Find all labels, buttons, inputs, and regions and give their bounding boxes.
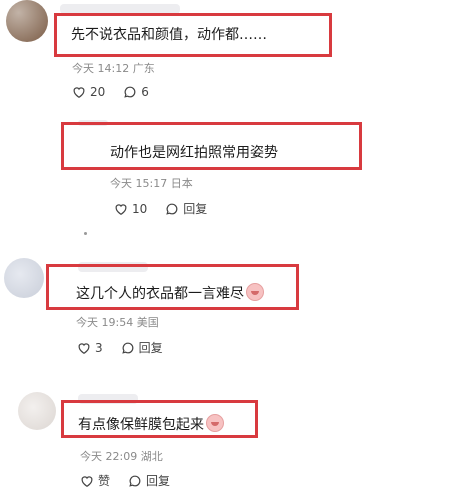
- reply-count: 6: [141, 85, 149, 99]
- comment-text: 这几个人的衣品都一言难尽: [76, 283, 264, 303]
- separator-dot: [84, 232, 87, 235]
- like-button[interactable]: 3: [77, 341, 103, 355]
- reply-button[interactable]: 回复: [121, 339, 163, 356]
- like-count: 3: [95, 340, 103, 355]
- comment-meta: 今天 15:17 日本: [110, 177, 193, 190]
- comment-actions: 3 回复: [77, 339, 181, 356]
- comment-actions: 赞 回复: [80, 472, 188, 489]
- heart-icon: [81, 475, 93, 487]
- comment-text-body: 这几个人的衣品都一言难尽: [76, 286, 244, 302]
- comment-text: 先不说衣品和颜值，动作都……: [71, 27, 267, 43]
- emoji-icon: [246, 283, 264, 301]
- like-label: 赞: [98, 474, 111, 488]
- reply-label: 回复: [138, 341, 163, 355]
- like-count: 20: [90, 85, 106, 99]
- comment-text-body: 有点像保鲜膜包起来: [78, 417, 204, 433]
- comment-bubble-icon: [166, 203, 178, 215]
- comment-text: 有点像保鲜膜包起来: [78, 414, 224, 434]
- like-button[interactable]: 10: [114, 202, 147, 216]
- comment-meta: 今天 22:09 湖北: [80, 450, 163, 463]
- comment-meta: 今天 19:54 美国: [76, 316, 159, 329]
- comment-actions: 20 6: [72, 85, 167, 99]
- heart-icon: [73, 87, 85, 98]
- comment-text: 动作也是网红拍照常用姿势: [110, 145, 278, 161]
- reply-button[interactable]: 回复: [128, 472, 170, 489]
- comment-bubble-icon: [121, 342, 133, 354]
- comment-bubble-icon: [124, 86, 136, 98]
- heart-icon: [78, 342, 90, 354]
- comment-meta: 今天 14:12 广东: [72, 62, 155, 75]
- like-button[interactable]: 20: [72, 85, 105, 99]
- avatar[interactable]: [4, 258, 44, 298]
- reply-button[interactable]: 回复: [165, 200, 207, 217]
- avatar[interactable]: [18, 392, 56, 430]
- emoji-icon: [206, 414, 224, 432]
- comment-bubble-icon: [129, 475, 141, 487]
- avatar[interactable]: [6, 0, 48, 42]
- like-button[interactable]: 赞: [80, 472, 110, 489]
- heart-icon: [115, 203, 127, 215]
- like-count: 10: [132, 201, 148, 216]
- reply-label: 回复: [146, 474, 171, 488]
- comment-actions: 10 回复: [114, 200, 225, 217]
- reply-button[interactable]: 6: [123, 85, 149, 99]
- reply-label: 回复: [183, 202, 208, 216]
